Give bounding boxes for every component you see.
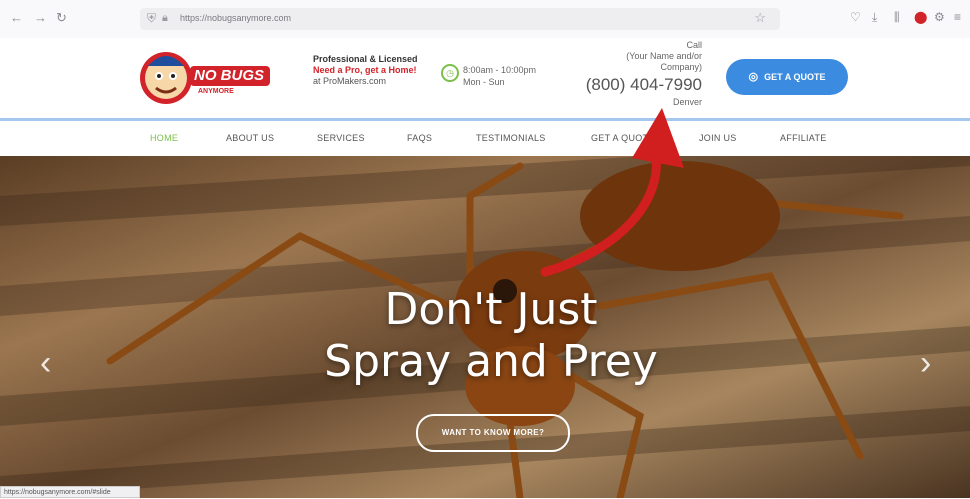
library-icon[interactable]: ⫼ bbox=[894, 10, 900, 25]
nav-item-services[interactable]: SERVICES bbox=[317, 133, 365, 143]
nav-item-home[interactable]: HOME bbox=[150, 133, 178, 143]
url-text[interactable]: https://nobugsanymore.com bbox=[180, 13, 291, 23]
site-header: NO BUGS ANYMORE Professional & Licensed … bbox=[0, 38, 970, 118]
call-location: Denver bbox=[672, 97, 702, 107]
hero-title-line1: Don't Just bbox=[384, 284, 598, 335]
phone-number[interactable]: (800) 404-7990 bbox=[560, 75, 702, 95]
lock-icon[interactable]: 🔒︎ bbox=[162, 12, 168, 25]
promo-line2: Need a Pro, get a Home! bbox=[313, 65, 417, 75]
downloads-icon[interactable]: ⤓ bbox=[872, 10, 877, 25]
quote-label: GET A QUOTE bbox=[764, 72, 826, 82]
logo[interactable]: NO BUGS ANYMORE bbox=[140, 44, 272, 106]
promo-text[interactable]: Professional & Licensed Need a Pro, get … bbox=[313, 54, 423, 87]
nav-item-join-us[interactable]: JOIN US bbox=[699, 133, 737, 143]
call-info: Call (Your Name and/or Company) (800) 40… bbox=[560, 40, 702, 108]
star-icon[interactable]: ☆ bbox=[754, 10, 766, 26]
hours-days: Mon - Sun bbox=[463, 77, 505, 87]
forward-icon[interactable]: → bbox=[34, 10, 47, 25]
hero-title: Don't Just Spray and Prey bbox=[0, 284, 970, 388]
shield-icon[interactable]: ⛨ bbox=[147, 11, 156, 26]
nav-item-affiliate[interactable]: AFFILIATE bbox=[780, 133, 827, 143]
business-hours: 8:00am - 10:00pm Mon - Sun bbox=[463, 64, 536, 88]
nav-item-faqs[interactable]: FAQS bbox=[407, 133, 432, 143]
get-a-quote-button[interactable]: ◎ GET A QUOTE bbox=[726, 59, 848, 95]
want-to-know-more-button[interactable]: WANT TO KNOW MORE? bbox=[416, 414, 570, 452]
extension-icon[interactable]: ⬤ bbox=[914, 10, 927, 24]
reload-icon[interactable]: ↻ bbox=[56, 10, 67, 26]
logo-subtext: ANYMORE bbox=[198, 88, 234, 95]
back-icon[interactable]: ← bbox=[10, 10, 23, 25]
promo-line1: Professional & Licensed bbox=[313, 54, 418, 64]
nav-item-about-us[interactable]: ABOUT US bbox=[226, 133, 274, 143]
hero-title-line2: Spray and Prey bbox=[324, 336, 658, 387]
clock-icon: ◷ bbox=[441, 64, 459, 82]
call-company-line: Company) bbox=[660, 62, 702, 72]
hero-slider: ‹ › Don't Just Spray and Prey WANT TO KN… bbox=[0, 156, 970, 498]
nav-item-get-a-quote[interactable]: GET A QUOTE bbox=[591, 133, 655, 143]
promo-line3: at ProMakers.com bbox=[313, 76, 387, 86]
nav-item-testimonials[interactable]: TESTIMONIALS bbox=[476, 133, 546, 143]
browser-toolbar: ← → ↻ ⛨ 🔒︎ https://nobugsanymore.com ☆ ♡… bbox=[0, 0, 970, 39]
hours-time: 8:00am - 10:00pm bbox=[463, 65, 537, 75]
address-bar[interactable]: ⛨ 🔒︎ https://nobugsanymore.com ☆ bbox=[140, 8, 780, 30]
logo-text: NO BUGS bbox=[194, 67, 265, 84]
main-nav: HOME ABOUT US SERVICES FAQS TESTIMONIALS… bbox=[0, 121, 970, 156]
chat-icon: ◎ bbox=[748, 71, 759, 83]
call-label: Call bbox=[686, 40, 702, 50]
extensions-puzzle-icon[interactable]: ⚙ bbox=[934, 10, 945, 24]
menu-icon[interactable]: ≡ bbox=[954, 10, 961, 24]
status-bar: https://nobugsanymore.com/#slide bbox=[0, 486, 140, 498]
pocket-icon[interactable]: ♡ bbox=[850, 10, 861, 24]
call-name-line: (Your Name and/or bbox=[626, 51, 702, 61]
